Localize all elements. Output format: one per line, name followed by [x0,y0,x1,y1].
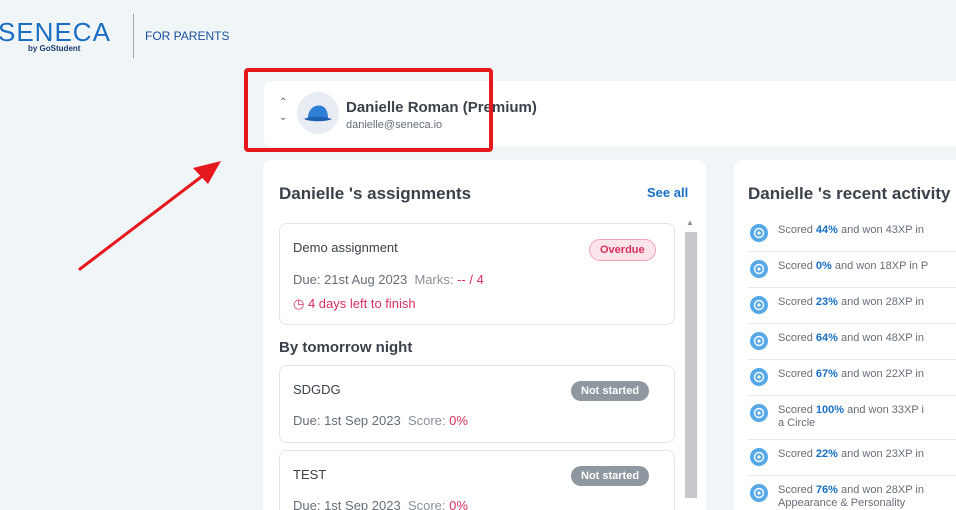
activity-text: Scored 23% and won 28XP in [778,296,924,309]
activity-item[interactable]: Scored 67% and won 22XP in [748,362,956,396]
due-date: 21st Aug 2023 [324,272,408,287]
activity-prefix: Scored [778,404,816,416]
activity-suffix: and won 23XP in [837,448,924,460]
activity-item[interactable]: Scored 22% and won 23XP in [748,442,956,476]
assignment-card[interactable]: TEST Not started Due: 1st Sep 2023 Score… [279,450,675,510]
activity-text: Scored 64% and won 48XP in [778,332,924,345]
activity-score: 23% [815,296,838,308]
activity-line2: Appearance & Personality [778,497,906,509]
for-parents-label: FOR PARENTS [145,29,230,43]
activity-item[interactable]: Scored 0% and won 18XP in P [748,254,956,288]
highlight-box [244,68,493,152]
target-icon [750,404,768,422]
activity-score: 0% [815,260,832,272]
activity-item[interactable]: Scored 64% and won 48XP in [748,326,956,360]
activity-score: 44% [815,224,838,236]
activity-line2: a Circle [778,417,816,429]
activity-score: 100% [815,404,845,416]
assignment-meta: Due: 1st Sep 2023 Score: 0% [293,498,468,510]
assignment-title: Demo assignment [293,240,398,255]
activity-score: 64% [815,332,838,344]
activity-text: Scored 67% and won 22XP in [778,368,924,381]
target-icon [750,224,768,242]
assignment-meta: Due: 1st Sep 2023 Score: 0% [293,413,468,428]
target-icon [750,332,768,350]
activity-score: 67% [815,368,838,380]
activity-text: Scored 76% and won 28XP in Appearance & P… [778,484,924,510]
due-label: Due: [293,498,325,510]
status-badge: Not started [571,466,650,486]
seneca-logo[interactable]: SENECA by GoStudent [0,14,128,54]
status-badge: Overdue [589,239,656,261]
score-value: 0% [449,498,468,510]
scroll-up-arrow-icon[interactable]: ▲ [686,218,694,227]
activity-score: 22% [815,448,838,460]
brand-divider [133,14,134,58]
due-date: 1st Sep 2023 [324,498,401,510]
activity-suffix: and won 33XP i [844,404,924,416]
score-label: Score: [407,413,450,428]
activity-suffix: and won 22XP in [837,368,924,380]
activity-prefix: Scored [778,368,816,380]
assignment-card[interactable]: SDGDG Not started Due: 1st Sep 2023 Scor… [279,365,675,443]
target-icon [750,296,768,314]
target-icon [750,448,768,466]
section-title: By tomorrow night [279,339,413,356]
target-icon [750,484,768,502]
assignment-meta: Due: 21st Aug 2023 Marks: -- / 4 [293,272,484,287]
activity-prefix: Scored [778,296,816,308]
activity-score: 76% [815,484,838,496]
due-label: Due: [293,413,325,428]
clock-icon: ◷ [293,296,305,311]
score-value: 0% [449,413,468,428]
activity-item[interactable]: Scored 23% and won 28XP in [748,290,956,324]
marks-value: -- / 4 [457,272,484,287]
activity-prefix: Scored [778,260,816,272]
assignments-card: Danielle 's assignments See all Demo ass… [263,160,706,510]
activity-text: Scored 44% and won 43XP in [778,224,924,237]
assignment-card[interactable]: Demo assignment Overdue Due: 21st Aug 20… [279,223,675,325]
activity-text: Scored 100% and won 33XP i a Circle [778,404,924,430]
due-label: Due: [293,272,325,287]
activity-prefix: Scored [778,224,816,236]
activity-text: Scored 22% and won 23XP in [778,448,924,461]
scroll-thumb[interactable] [685,232,697,498]
activity-suffix: and won 28XP in [837,296,924,308]
activity-prefix: Scored [778,448,816,460]
due-date: 1st Sep 2023 [324,413,401,428]
marks-label: Marks: [414,272,458,287]
activity-title: Danielle 's recent activity [748,184,951,203]
days-left-text: 4 days left to finish [307,296,416,311]
activity-suffix: and won 28XP in [837,484,924,496]
assignment-title: TEST [293,467,327,482]
activity-item[interactable]: Scored 100% and won 33XP i a Circle [748,398,956,440]
days-left: ◷ 4 days left to finish [293,296,416,312]
activity-item[interactable]: Scored 44% and won 43XP in [748,218,956,252]
target-icon [750,260,768,278]
status-badge: Not started [571,381,650,401]
logo-subtitle: by GoStudent [28,44,81,53]
activity-prefix: Scored [778,484,816,496]
assignment-title: SDGDG [293,382,341,397]
activity-suffix: and won 48XP in [837,332,924,344]
score-label: Score: [407,498,450,510]
see-all-link[interactable]: See all [647,185,688,200]
scrollbar[interactable]: ▲ [683,218,697,510]
activity-item[interactable]: Scored 76% and won 28XP in Appearance & P… [748,478,956,510]
assignments-title: Danielle 's assignments [279,184,472,203]
activity-suffix: and won 43XP in [837,224,924,236]
activity-suffix: and won 18XP in P [831,260,929,272]
activity-card: Danielle 's recent activity Scored 44% a… [734,160,956,510]
activity-text: Scored 0% and won 18XP in P [778,260,928,273]
activity-prefix: Scored [778,332,816,344]
target-icon [750,368,768,386]
